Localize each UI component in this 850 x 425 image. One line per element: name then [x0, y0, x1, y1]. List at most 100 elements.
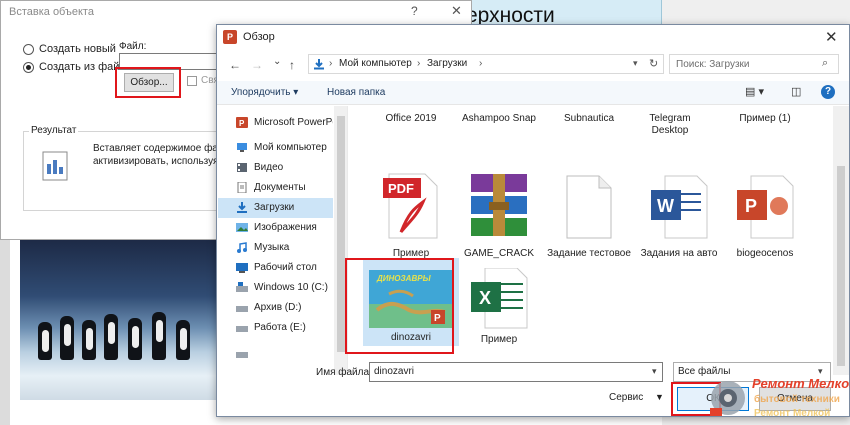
file-item-primer-pdf[interactable]: PDF Пример: [367, 172, 455, 262]
refresh-icon[interactable]: ↻: [649, 57, 658, 70]
penguin-image: [20, 240, 220, 400]
breadcrumb-my-computer[interactable]: Мой компьютер: [339, 58, 412, 69]
nav-item-drive-e[interactable]: Работа (E:): [218, 318, 333, 338]
nav-item-drive-d[interactable]: Архив (D:): [218, 298, 333, 318]
search-icon[interactable]: ⌕: [822, 57, 828, 70]
nav-item-desktop[interactable]: Рабочий стол: [218, 258, 333, 278]
file-item-zadanie-testovoe[interactable]: Задание тестовое: [545, 172, 633, 262]
nav-item-label: Рабочий стол: [254, 262, 317, 273]
nav-item-label: Работа (E:): [254, 322, 306, 333]
preview-pane-icon[interactable]: ◫: [791, 85, 801, 98]
breadcrumb-separator: ›: [329, 58, 333, 69]
chevron-down-icon[interactable]: ▾: [652, 366, 657, 377]
browse-button[interactable]: Обзор...: [124, 73, 174, 92]
nav-item-label: Мой компьютер: [254, 142, 327, 153]
downloads-icon: [237, 202, 247, 213]
result-description: Вставляет содержимое файла в активизиров…: [93, 142, 221, 168]
nav-item-label: Windows 10 (C:): [254, 282, 328, 293]
file-label: Файл:: [119, 41, 147, 52]
file-item-office-2019[interactable]: Office 2019: [367, 113, 455, 125]
file-item-telegram-desktop[interactable]: Telegram Desktop: [635, 113, 705, 137]
link-checkbox[interactable]: [187, 76, 197, 86]
chevron-down-icon[interactable]: ▾: [633, 58, 638, 69]
drive-icon: [236, 326, 248, 332]
documents-icon: [237, 182, 247, 193]
radio-button-selected[interactable]: [23, 61, 34, 73]
nav-scrollbar-thumb[interactable]: [337, 116, 345, 352]
browse-dialog-title: Обзор: [243, 31, 275, 43]
file-item-game-crack[interactable]: GAME_CRACK: [455, 172, 543, 262]
nav-item-label: Изображения: [254, 222, 317, 233]
svg-text:W: W: [657, 196, 674, 216]
navigation-pane: P Microsoft PowerPoint Мой компьютер Вид…: [218, 106, 348, 375]
watermark-line-3: Ремонт Мелкой: [754, 408, 831, 419]
file-item-primer-excel[interactable]: X Пример: [455, 258, 543, 346]
new-folder-button[interactable]: Новая папка: [327, 87, 385, 98]
watermark-line-1: Ремонт Мелкой: [752, 376, 850, 391]
svg-text:P: P: [745, 196, 757, 216]
result-line-1: Вставляет содержимое файла в: [93, 143, 221, 154]
filename-input[interactable]: dinozavri ▾: [369, 362, 663, 382]
drive-icon: [236, 282, 248, 292]
file-item-biogeocenos[interactable]: P biogeocenos: [721, 172, 809, 262]
file-item-zadaniya-na-avto[interactable]: W Задания на авто: [635, 172, 723, 262]
close-icon[interactable]: ✕: [451, 3, 462, 19]
nav-item-documents[interactable]: Документы: [218, 178, 333, 198]
caret-down-icon[interactable]: ▼: [655, 392, 664, 402]
excel-icon: X: [471, 268, 528, 329]
search-input[interactable]: Поиск: Загрузки ⌕: [669, 54, 839, 74]
files-scrollbar-thumb[interactable]: [837, 166, 845, 366]
svg-text:PDF: PDF: [388, 181, 414, 196]
video-icon: [237, 163, 247, 172]
nav-item-my-computer[interactable]: Мой компьютер: [218, 138, 333, 158]
file-item-subnautica[interactable]: Subnautica: [545, 113, 633, 125]
breadcrumb-separator: ›: [479, 58, 483, 69]
nav-item-pictures[interactable]: Изображения: [218, 218, 333, 238]
powerpoint-icon: P: [236, 117, 248, 128]
close-icon[interactable]: ✕: [825, 28, 838, 46]
downloads-folder-icon: [314, 59, 324, 70]
result-document-icon: [42, 151, 68, 181]
file-item-ashampoo-snap[interactable]: Ashampoo Snap: [455, 113, 543, 125]
address-bar[interactable]: › Мой компьютер › Загрузки › ▾ ↻: [308, 54, 664, 74]
radio-create-from-file[interactable]: Создать из файла: [23, 61, 132, 73]
nav-item-music[interactable]: Музыка: [218, 238, 333, 258]
file-item-dinozavri[interactable]: P ДИНОЗАВРЫ dinozavri: [363, 258, 459, 346]
recent-locations-icon[interactable]: ⌄: [273, 56, 281, 67]
up-arrow-icon[interactable]: ↑: [289, 58, 295, 72]
nav-item-more[interactable]: [218, 344, 333, 358]
file-path-input[interactable]: [119, 53, 229, 70]
forward-arrow-icon[interactable]: →: [251, 58, 263, 72]
nav-item-downloads[interactable]: Загрузки: [218, 198, 333, 218]
help-icon[interactable]: ?: [411, 4, 418, 18]
files-scrollbar[interactable]: [833, 106, 849, 375]
powerpoint-app-icon: P: [223, 30, 237, 44]
file-item-primer-1[interactable]: Пример (1): [721, 113, 809, 125]
breadcrumb-downloads[interactable]: Загрузки: [427, 58, 467, 69]
nav-item-powerpoint[interactable]: P Microsoft PowerPoint: [218, 113, 333, 133]
watermark-logo: Ремонт Мелкой бытовой техники Ремонт Мел…: [700, 374, 850, 422]
help-icon[interactable]: ?: [821, 85, 835, 99]
back-arrow-icon[interactable]: ←: [229, 58, 241, 72]
organize-menu[interactable]: Упорядочить ▾: [231, 87, 298, 98]
nav-item-video[interactable]: Видео: [218, 158, 333, 178]
text-document-icon: [566, 175, 612, 239]
file-item-label: biogeocenos: [736, 248, 794, 259]
radio-button[interactable]: [23, 43, 34, 55]
view-options-icon[interactable]: ▤ ▾: [745, 85, 764, 98]
computer-icon: [237, 143, 247, 152]
browse-titlebar: [217, 25, 849, 51]
pdf-icon: PDF: [383, 173, 438, 239]
nav-scrollbar[interactable]: [334, 106, 347, 375]
svg-text:P: P: [239, 119, 245, 128]
filename-value: dinozavri: [374, 366, 415, 377]
winrar-icon: [471, 174, 527, 236]
powerpoint-file-icon: P: [737, 175, 794, 239]
radio-create-new[interactable]: Создать новый: [23, 43, 116, 55]
browse-dialog: P Обзор ✕ ← → ⌄ ↑ › Мой компьютер › Загр…: [216, 24, 850, 417]
nav-item-drive-c[interactable]: Windows 10 (C:): [218, 278, 333, 298]
file-item-label: Задания на авто: [640, 248, 718, 259]
nav-item-label: Музыка: [254, 242, 290, 253]
service-menu[interactable]: Сервис: [609, 392, 643, 403]
desktop-icon: [236, 263, 248, 273]
